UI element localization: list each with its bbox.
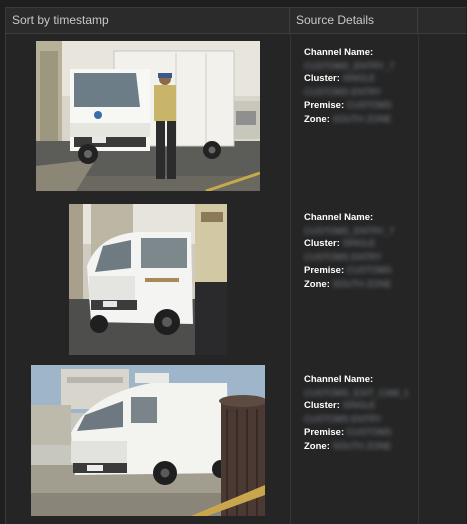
source-details-cell: Channel Name: CUSTOMS_ENTRY_7 Cluster: S… xyxy=(304,47,414,126)
table-row: Channel Name: CUSTOMS_EXIT_CAM_1 Cluster… xyxy=(6,360,466,524)
channel-name-label: Channel Name: xyxy=(304,47,374,58)
cluster-value: SINGLE xyxy=(342,400,376,411)
cluster-value: SINGLE xyxy=(342,238,376,249)
cluster-value-continued: CUSTOMS ENTRY xyxy=(304,252,382,263)
table-row: Channel Name: CUSTOMS_ENTRY_7 Cluster: S… xyxy=(6,33,466,198)
empty-column-header xyxy=(418,8,466,33)
premise-value: CUSTOMS xyxy=(346,426,392,437)
source-details-cell: Channel Name: CUSTOMS_ENTRY_7 Cluster: S… xyxy=(304,212,414,291)
zone-value: SOUTH ZONE xyxy=(332,440,392,451)
channel-name-value: CUSTOMS_EXIT_CAM_1 xyxy=(304,387,409,398)
zone-label: Zone: xyxy=(304,278,330,290)
premise-value: CUSTOMS xyxy=(346,99,392,110)
cluster-label: Cluster: xyxy=(304,400,340,412)
results-table: Sort by timestamp Source Details Channel… xyxy=(5,7,466,524)
vehicle-snapshot-thumbnail[interactable] xyxy=(69,204,227,355)
channel-name-label: Channel Name: xyxy=(304,374,374,385)
sort-by-timestamp-header[interactable]: Sort by timestamp xyxy=(6,8,290,33)
zone-value: SOUTH ZONE xyxy=(332,113,392,124)
table-row: Channel Name: CUSTOMS_ENTRY_7 Cluster: S… xyxy=(6,198,466,360)
premise-label: Premise: xyxy=(304,264,345,276)
channel-name-label: Channel Name: xyxy=(304,212,374,223)
vehicle-snapshot-thumbnail[interactable] xyxy=(36,41,260,191)
source-details-cell: Channel Name: CUSTOMS_EXIT_CAM_1 Cluster… xyxy=(304,374,414,453)
zone-value: SOUTH ZONE xyxy=(332,278,392,289)
cluster-label: Cluster: xyxy=(304,73,340,85)
cluster-value-continued: CUSTOMS ENTRY xyxy=(304,87,382,98)
cluster-value: SINGLE xyxy=(342,73,376,84)
truck-snapshot-image xyxy=(36,41,260,191)
premise-label: Premise: xyxy=(304,99,345,111)
premise-value: CUSTOMS xyxy=(346,264,392,275)
channel-name-value: CUSTOMS_ENTRY_7 xyxy=(304,60,395,71)
channel-name-value: CUSTOMS_ENTRY_7 xyxy=(304,225,395,236)
cluster-value-continued: CUSTOMS ENTRY xyxy=(304,414,382,425)
van-snapshot-image xyxy=(69,204,227,355)
zone-label: Zone: xyxy=(304,440,330,452)
cluster-label: Cluster: xyxy=(304,238,340,250)
zone-label: Zone: xyxy=(304,113,330,125)
table-header: Sort by timestamp Source Details xyxy=(6,8,466,34)
source-details-header: Source Details xyxy=(290,8,418,33)
ambulance-van-snapshot-image xyxy=(31,365,265,516)
vehicle-snapshot-thumbnail[interactable] xyxy=(31,365,265,516)
premise-label: Premise: xyxy=(304,426,345,438)
